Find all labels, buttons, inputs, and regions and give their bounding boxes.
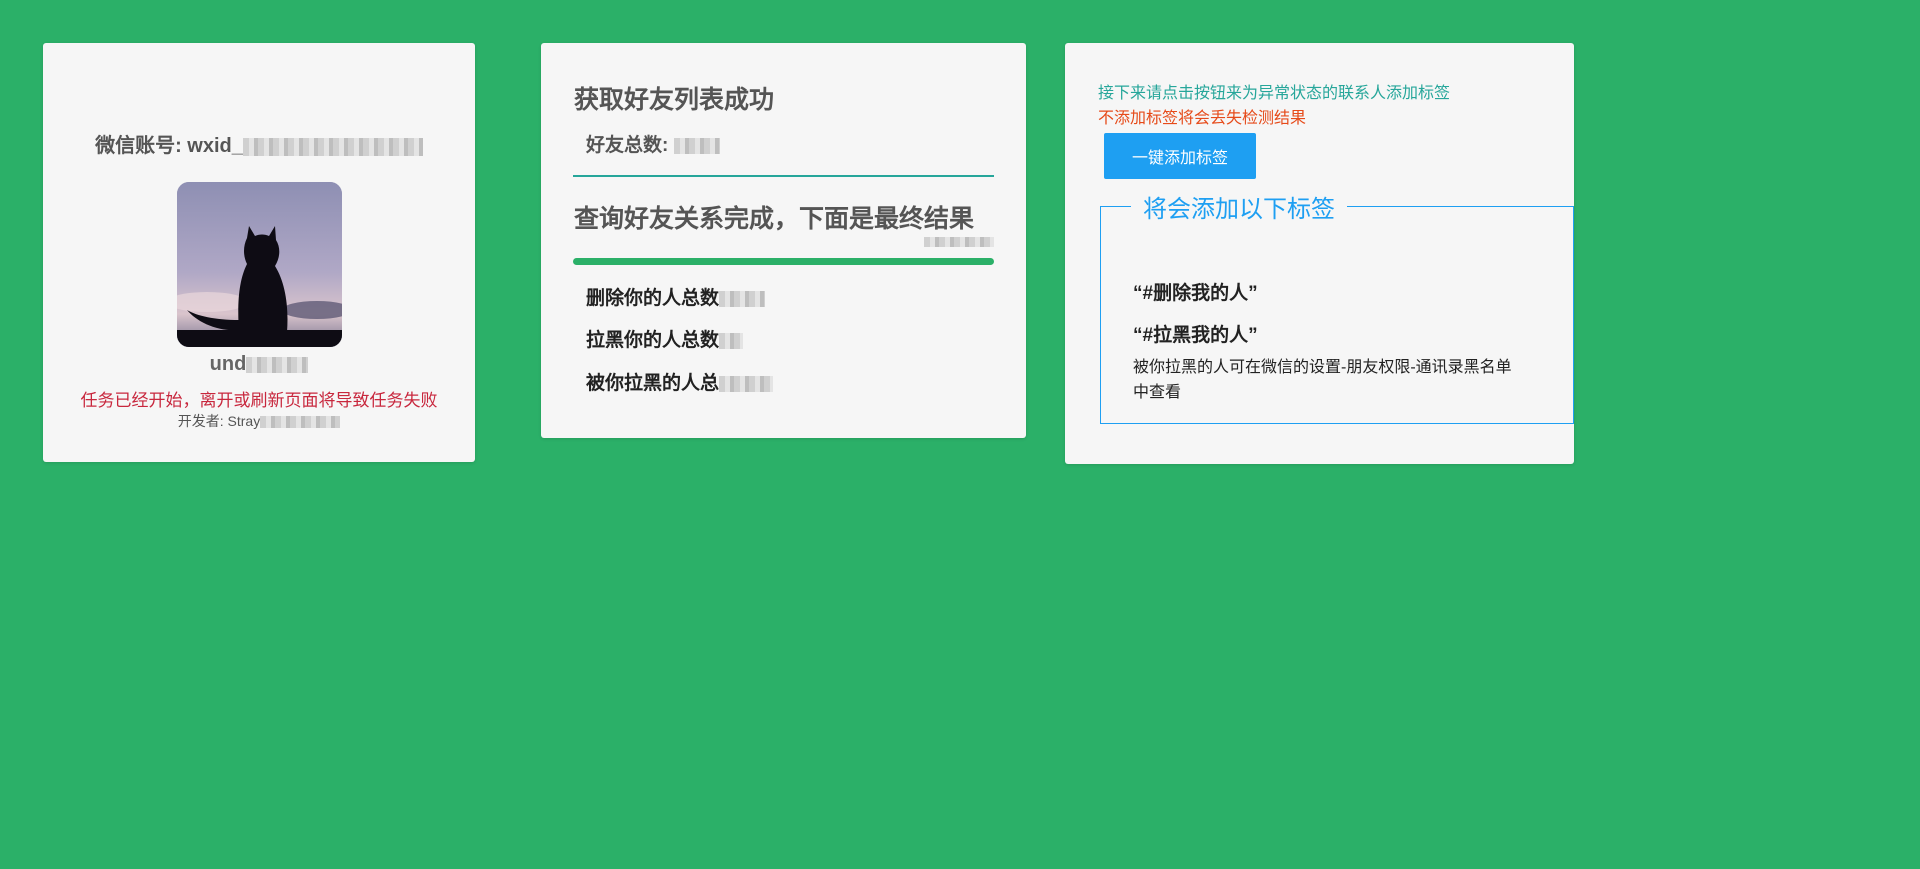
wechat-id-label: 微信账号: wxid_	[95, 135, 243, 157]
blocked-count-label: 拉黑你的人总数	[586, 330, 720, 351]
progress-fill	[573, 258, 994, 265]
wechat-id-redacted	[242, 137, 423, 156]
deleted-count: 删除你的人总数	[586, 283, 766, 310]
avatar	[177, 182, 342, 347]
result-card: 获取好友列表成功 好友总数: 查询好友关系完成，下面是最终结果 删除你的人总数 …	[541, 43, 1026, 438]
deleted-count-label: 删除你的人总数	[586, 288, 720, 309]
task-warning: 任务已经开始，离开或刷新页面将导致任务失败	[80, 391, 438, 410]
blocked-by-you-label: 被你拉黑的人总	[586, 373, 720, 394]
username: und	[43, 353, 475, 376]
friend-total: 好友总数:	[586, 130, 720, 157]
tag-deleted-me: “#删除我的人”	[1133, 283, 1258, 304]
deleted-count-redacted	[719, 290, 766, 307]
blocked-count: 拉黑你的人总数	[586, 325, 744, 352]
divider	[573, 175, 994, 177]
progress-text-redacted	[924, 237, 994, 247]
username-prefix: und	[209, 353, 247, 375]
friend-total-redacted	[673, 137, 720, 154]
blacklist-note: 被你拉黑的人可在微信的设置-朋友权限-通讯录黑名单中查看	[1133, 359, 1512, 401]
tag-instruction: 接下来请点击按钮来为异常状态的联系人添加标签	[1098, 85, 1451, 102]
blocked-count-redacted	[719, 332, 744, 349]
tag-blocked-me: “#拉黑我的人”	[1133, 325, 1258, 346]
account-card: 微信账号: wxid_ 昵称: 布享丸辣 und 任务已经开始，离开或刷新页面将…	[43, 43, 475, 462]
developer-redacted	[260, 416, 341, 429]
friends-fetched-heading: 获取好友列表成功	[574, 86, 775, 114]
tags-preview-legend: 将会添加以下标签	[1143, 196, 1335, 223]
tags-preview: 将会添加以下标签 “#删除我的人” “#拉黑我的人” 被你拉黑的人可在微信的设置…	[1100, 189, 1574, 424]
friend-total-label: 好友总数:	[586, 135, 669, 156]
blocked-by-you-redacted	[719, 375, 774, 392]
progress-bar	[573, 258, 994, 265]
cat-silhouette-icon	[177, 182, 342, 347]
tag-card: 接下来请点击按钮来为异常状态的联系人添加标签 不添加标签将会丢失检测结果 一键添…	[1065, 43, 1574, 464]
blocked-by-you-count: 被你拉黑的人总	[586, 368, 774, 395]
developer-credit: 开发者: Stray	[43, 411, 475, 431]
wechat-id: 微信账号: wxid_	[43, 129, 475, 158]
developer-label: 开发者: Stray	[177, 413, 261, 429]
username-redacted	[246, 356, 309, 373]
query-done-heading: 查询好友关系完成，下面是最终结果	[574, 205, 975, 233]
add-tags-button[interactable]: 一键添加标签	[1104, 133, 1256, 179]
tag-warning: 不添加标签将会丢失检测结果	[1098, 110, 1307, 127]
